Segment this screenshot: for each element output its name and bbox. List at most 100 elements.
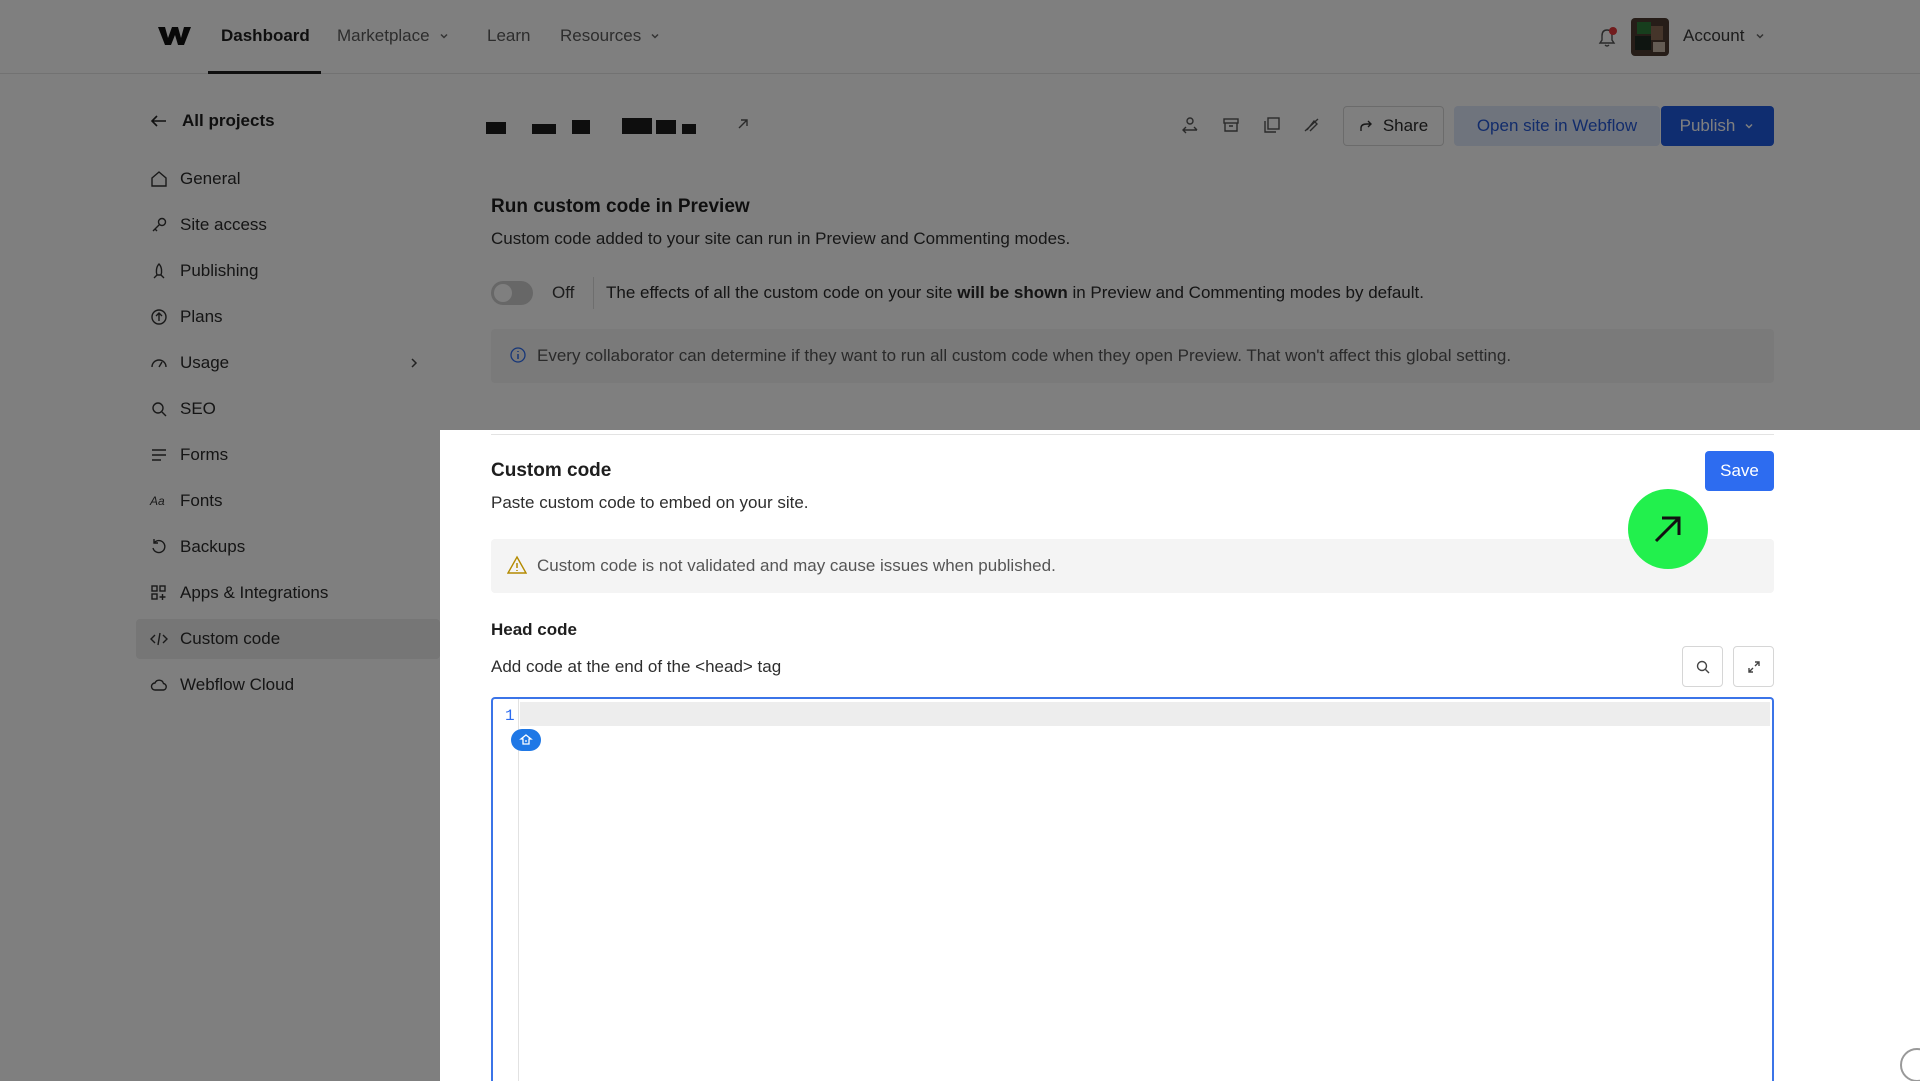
- sidebar-item-label: Custom code: [180, 629, 281, 648]
- editor-gutter: [493, 699, 519, 1081]
- gauge-icon: [151, 359, 167, 368]
- font-icon: Aa: [150, 494, 165, 508]
- expand-icon: [1747, 660, 1760, 673]
- sidebar-item-label: Publishing: [180, 261, 259, 280]
- open-in-webflow-label: Open site in Webflow: [1476, 116, 1638, 135]
- sidebar-item-general[interactable]: General: [136, 159, 440, 199]
- nav-marketplace[interactable]: Marketplace: [337, 26, 450, 46]
- editor-search-button[interactable]: [1682, 646, 1723, 687]
- sidebar-item-forms[interactable]: Forms: [136, 435, 440, 475]
- open-in-webflow-button[interactable]: Open site in Webflow: [1454, 106, 1660, 146]
- line-number: 1: [505, 707, 515, 725]
- publish-button[interactable]: Publish: [1661, 106, 1774, 146]
- head-code-description: Add code at the end of the <head> tag: [491, 657, 782, 676]
- sidebar-item-custom-code[interactable]: Custom code: [136, 619, 440, 659]
- notification-dot: [1609, 27, 1617, 35]
- editor-active-line: [520, 702, 1770, 726]
- sidebar-item-label: Fonts: [180, 491, 223, 510]
- toggle-description-bold: will be shown: [957, 283, 1068, 302]
- cloud-icon: [150, 679, 167, 691]
- plan-icon: [151, 309, 167, 325]
- nav-dashboard[interactable]: Dashboard: [221, 26, 310, 46]
- custom-code-title: Custom code: [491, 460, 612, 481]
- external-link-icon[interactable]: [736, 117, 750, 131]
- sidebar-item-webflow-cloud[interactable]: Webflow Cloud: [136, 665, 440, 705]
- top-navigation: Dashboard Marketplace Learn Resources Ac…: [0, 0, 1920, 74]
- head-code-editor[interactable]: 1: [491, 697, 1774, 1081]
- custom-code-description: Paste custom code to embed on your site.: [491, 493, 809, 512]
- share-icon: [1360, 120, 1372, 131]
- sidebar-item-fonts[interactable]: Aa Fonts: [136, 481, 440, 521]
- site-name-redacted: [486, 114, 742, 136]
- sidebar-item-label: Usage: [180, 353, 230, 372]
- ai-assist-badge[interactable]: [511, 729, 541, 751]
- nav-learn-label: Learn: [487, 26, 531, 45]
- chevron-down-icon: [440, 33, 448, 39]
- sidebar-item-plans[interactable]: Plans: [136, 297, 440, 337]
- preview-section-description: Custom code added to your site can run i…: [491, 229, 1071, 248]
- arrow-left-icon: [150, 115, 166, 127]
- nav-active-indicator: [208, 71, 321, 74]
- section-divider: [491, 434, 1774, 435]
- sidebar-item-seo[interactable]: SEO: [136, 389, 440, 429]
- home-icon: [151, 171, 167, 187]
- preview-section-title: Run custom code in Preview: [491, 196, 750, 217]
- info-text: Every collaborator can determine if they…: [537, 346, 1512, 365]
- preview-info-callout: Every collaborator can determine if they…: [491, 329, 1774, 383]
- toggle-description-start: The effects of all the custom code on yo…: [606, 283, 958, 302]
- search-icon: [152, 402, 167, 417]
- publish-label: Publish: [1679, 116, 1736, 135]
- sidebar-item-publishing[interactable]: Publishing: [136, 251, 440, 291]
- transfer-icon[interactable]: [1180, 115, 1200, 135]
- toggle-divider: [593, 277, 594, 309]
- head-code-title: Head code: [491, 620, 577, 639]
- apps-icon: [151, 585, 166, 600]
- archive-icon[interactable]: [1221, 115, 1241, 135]
- warning-icon: [507, 555, 527, 574]
- sidebar-item-label: Apps & Integrations: [180, 583, 329, 602]
- ai-assist-icon: [519, 734, 533, 745]
- nav-resources-label: Resources: [560, 26, 642, 45]
- save-button[interactable]: Save: [1705, 451, 1774, 491]
- toggle-description: The effects of all the custom code on yo…: [606, 283, 1424, 303]
- sidebar-item-label: Plans: [180, 307, 223, 326]
- sidebar-item-label: Site access: [180, 215, 267, 234]
- sidebar-item-label: Forms: [180, 445, 229, 464]
- rocket-icon: [153, 263, 165, 279]
- sidebar-item-label: General: [180, 169, 241, 188]
- share-button[interactable]: Share: [1343, 106, 1444, 146]
- sidebar-item-apps-integrations[interactable]: Apps & Integrations: [136, 573, 440, 613]
- hide-icon[interactable]: [1302, 115, 1322, 135]
- duplicate-icon[interactable]: [1262, 115, 1282, 135]
- preview-code-toggle[interactable]: [491, 281, 533, 305]
- nav-dashboard-label: Dashboard: [221, 26, 310, 45]
- sidebar-item-label: SEO: [180, 399, 216, 418]
- nav-resources[interactable]: Resources: [560, 26, 661, 46]
- nav-learn[interactable]: Learn: [487, 26, 530, 46]
- sidebar-item-usage[interactable]: Usage: [136, 343, 440, 383]
- avatar[interactable]: [1631, 18, 1669, 56]
- code-icon: [150, 632, 168, 646]
- help-bubble[interactable]: [1900, 1048, 1920, 1081]
- restore-icon: [152, 539, 166, 554]
- nav-marketplace-label: Marketplace: [337, 26, 430, 45]
- chevron-down-icon: [1745, 123, 1753, 129]
- all-projects-label: All projects: [182, 111, 275, 130]
- account-label: Account: [1683, 26, 1745, 45]
- all-projects-link[interactable]: All projects: [150, 111, 275, 131]
- key-icon: [152, 217, 167, 232]
- editor-expand-button[interactable]: [1733, 646, 1774, 687]
- webflow-logo-icon[interactable]: [156, 24, 192, 48]
- toggle-description-end: in Preview and Commenting modes by defau…: [1067, 283, 1424, 302]
- cursor-indicator: [1628, 489, 1708, 569]
- toggle-state-label: Off: [552, 283, 575, 302]
- form-lines-icon: [152, 449, 166, 461]
- sidebar-item-site-access[interactable]: Site access: [136, 205, 440, 245]
- chevron-down-icon: [1756, 33, 1764, 39]
- sidebar-item-label: Backups: [180, 537, 246, 556]
- custom-code-warning: Custom code is not validated and may cau…: [491, 539, 1774, 593]
- account-menu[interactable]: Account: [1683, 26, 1766, 46]
- chevron-down-icon: [651, 33, 659, 39]
- search-icon: [1696, 660, 1709, 673]
- sidebar-item-backups[interactable]: Backups: [136, 527, 440, 567]
